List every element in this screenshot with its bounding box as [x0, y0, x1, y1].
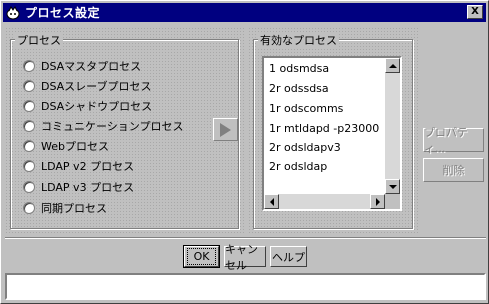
horizontal-scrollbar[interactable]: [264, 194, 385, 209]
radio-dsa-master[interactable]: DSAマスタプロセス: [23, 58, 141, 74]
arrow-down-icon: [388, 184, 397, 189]
scroll-down-button[interactable]: [385, 179, 400, 194]
arrow-left-icon: [269, 197, 274, 206]
list-item[interactable]: 1 odsmdsa: [269, 62, 329, 75]
radio-circle[interactable]: [23, 60, 35, 72]
radio-dsa-shadow[interactable]: DSAシャドウプロセス: [23, 98, 152, 114]
cancel-button[interactable]: キャンセル: [224, 243, 266, 272]
list-item[interactable]: 1r odscomms: [269, 102, 343, 115]
radio-label: Webプロセス: [41, 140, 109, 153]
properties-button[interactable]: プロパティ...: [423, 126, 484, 155]
close-button[interactable]: X: [467, 5, 483, 19]
radio-label: 同期プロセス: [41, 202, 107, 215]
list-item[interactable]: 1r mtldapd -p23000: [269, 122, 379, 135]
window-title: プロセス設定: [25, 6, 101, 20]
process-settings-dialog: プロセス設定 X プロセス DSAマスタプロセス DSAスレーブプロセス DSA…: [0, 0, 489, 304]
delete-button[interactable]: 削除: [423, 158, 484, 182]
radio-dsa-slave[interactable]: DSAスレーブプロセス: [23, 78, 152, 94]
radio-circle[interactable]: [23, 80, 35, 92]
radio-circle[interactable]: [23, 100, 35, 112]
active-process-list[interactable]: 1 odsmdsa 2r odssdsa 1r odscomms 1r mtld…: [262, 56, 402, 211]
radio-circle[interactable]: [23, 160, 35, 172]
radio-circle[interactable]: [23, 140, 35, 152]
arrow-right-icon: [220, 122, 231, 137]
arrow-right-icon: [375, 197, 380, 206]
ok-button[interactable]: OK: [183, 245, 220, 268]
radio-ldap-v2[interactable]: LDAP v2 プロセス: [23, 158, 134, 174]
ok-label: OK: [186, 248, 217, 265]
radio-label: LDAP v2 プロセス: [41, 160, 135, 173]
title-bar[interactable]: プロセス設定 X: [3, 3, 486, 22]
radio-sync[interactable]: 同期プロセス: [23, 200, 107, 216]
add-process-button[interactable]: [213, 118, 238, 141]
app-icon: [5, 5, 21, 21]
radio-label: DSAマスタプロセス: [41, 60, 142, 73]
scroll-right-button[interactable]: [370, 194, 385, 209]
list-item[interactable]: 2r odsldapv3: [269, 141, 341, 154]
radio-label: コミュニケーションプロセス: [41, 120, 184, 133]
radio-label: LDAP v3 プロセス: [41, 181, 135, 194]
process-group-label: プロセス: [15, 32, 63, 48]
radio-circle[interactable]: [23, 181, 35, 193]
radio-communication[interactable]: コミュニケーションプロセス: [23, 118, 183, 134]
radio-label: DSAシャドウプロセス: [41, 100, 153, 113]
radio-circle[interactable]: [23, 120, 35, 132]
scroll-left-button[interactable]: [264, 194, 279, 209]
status-bar: [5, 273, 486, 300]
scroll-up-button[interactable]: [385, 58, 400, 73]
active-group-label: 有効なプロセス: [258, 32, 339, 48]
scroll-corner: [385, 194, 400, 209]
radio-ldap-v3[interactable]: LDAP v3 プロセス: [23, 179, 134, 195]
radio-circle[interactable]: [23, 202, 35, 214]
radio-web[interactable]: Webプロセス: [23, 138, 109, 154]
list-item[interactable]: 2r odsldap: [269, 160, 327, 173]
vertical-scrollbar[interactable]: [385, 58, 400, 209]
list-item[interactable]: 2r odssdsa: [269, 82, 329, 95]
divider: [5, 237, 486, 239]
help-button[interactable]: ヘルプ: [270, 246, 307, 267]
arrow-up-icon: [388, 63, 397, 68]
radio-label: DSAスレーブプロセス: [41, 80, 152, 93]
